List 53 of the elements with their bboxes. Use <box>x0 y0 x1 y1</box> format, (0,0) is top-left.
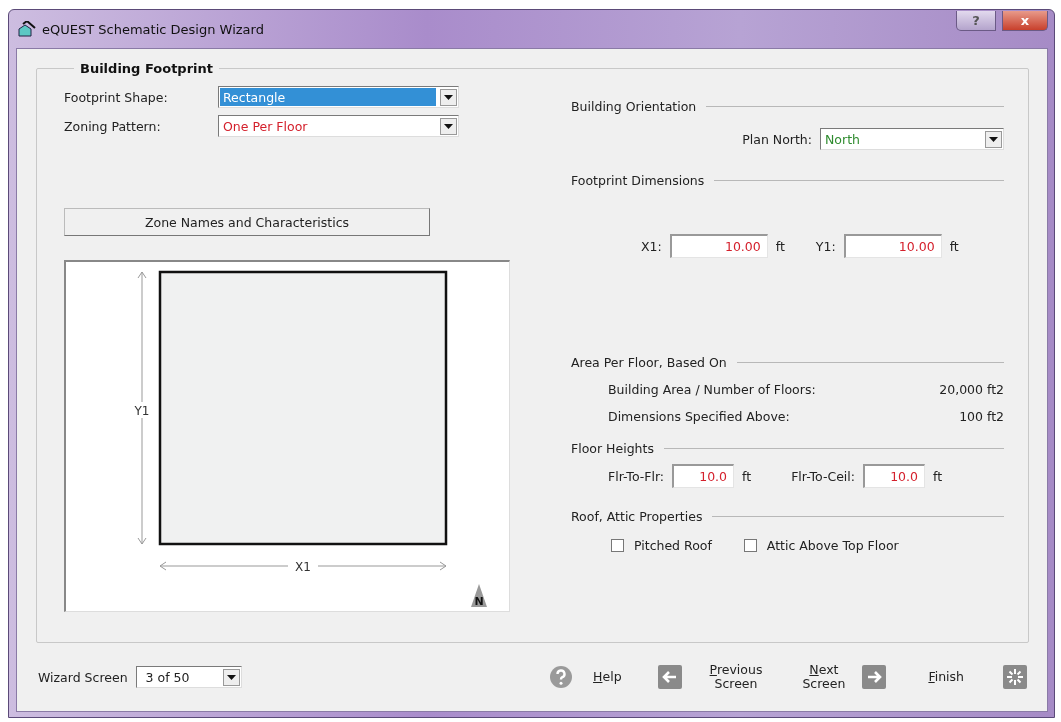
help-button[interactable]: ? <box>956 11 996 31</box>
field-label: Zoning Pattern: <box>64 118 162 134</box>
caret-icon <box>226 674 236 680</box>
checkbox-label: Attic Above Top Floor <box>766 538 899 553</box>
height-field[interactable]: 10.0 <box>863 464 925 488</box>
field-label: Plan North: <box>742 131 812 147</box>
section-heading: Roof, Attic Properties <box>571 509 703 524</box>
section-heading: Footprint Dimensions <box>571 173 705 188</box>
section-heading: Building Orientation <box>571 99 697 114</box>
caret-icon <box>989 136 998 142</box>
checkbox[interactable] <box>743 539 757 552</box>
house-icon <box>18 21 36 37</box>
section-heading: Area Per Floor, Based On <box>571 355 727 370</box>
dimension-field[interactable]: 10.00 <box>669 234 768 258</box>
dropdown[interactable]: Rectangle <box>218 86 459 108</box>
wizard-screen-label: Wizard Screen <box>38 669 128 685</box>
starburst-icon <box>1003 665 1027 689</box>
north-arrow-icon <box>471 584 487 607</box>
checkbox-label: Pitched Roof <box>634 538 712 553</box>
area-value: 100 ft2 <box>959 409 1004 424</box>
zone-names-button[interactable]: Zone Names and Characteristics <box>64 208 430 236</box>
caret-icon <box>444 123 453 129</box>
section-heading: Floor Heights <box>571 441 654 456</box>
wizard-screen-dropdown[interactable]: 3 of 50 <box>135 666 242 688</box>
field-label: Flr-To-Ceil: <box>791 468 855 484</box>
field-label: Footprint Shape: <box>64 89 169 105</box>
area-label: Building Area / Number of Floors: <box>608 382 816 397</box>
area-value: 20,000 ft2 <box>939 382 1004 397</box>
caret-icon <box>444 94 453 100</box>
dimension-field[interactable]: 10.00 <box>843 234 942 258</box>
y-dimension-label: Y1 <box>134 404 150 418</box>
field-label: X1: <box>641 238 662 254</box>
window-title: eQUEST Schematic Design Wizard <box>42 21 265 37</box>
x-dimension-label: X1 <box>295 560 311 574</box>
unit-label: ft <box>775 238 785 254</box>
finish-button[interactable]: Finish <box>928 665 1027 689</box>
area-label: Dimensions Specified Above: <box>608 409 790 424</box>
help-link[interactable]: Help <box>549 665 622 689</box>
unit-label: ft <box>742 468 752 484</box>
group-title: Building Footprint <box>79 61 214 76</box>
unit-label: ft <box>933 468 943 484</box>
north-label: N <box>474 595 484 608</box>
unit-label: ft <box>949 238 959 254</box>
field-label: Flr-To-Flr: <box>608 468 665 484</box>
next-screen-button[interactable]: Next Screen <box>802 663 887 691</box>
previous-screen-button[interactable]: Previous Screen <box>657 663 763 691</box>
plan-north-dropdown[interactable]: North <box>820 128 1004 150</box>
dropdown[interactable]: One Per Floor <box>218 115 459 137</box>
question-circle-icon <box>549 665 574 689</box>
field-label: Y1: <box>815 238 836 254</box>
checkbox[interactable] <box>611 539 624 552</box>
close-button[interactable]: x <box>1002 11 1048 31</box>
height-field[interactable]: 10.0 <box>672 464 735 488</box>
